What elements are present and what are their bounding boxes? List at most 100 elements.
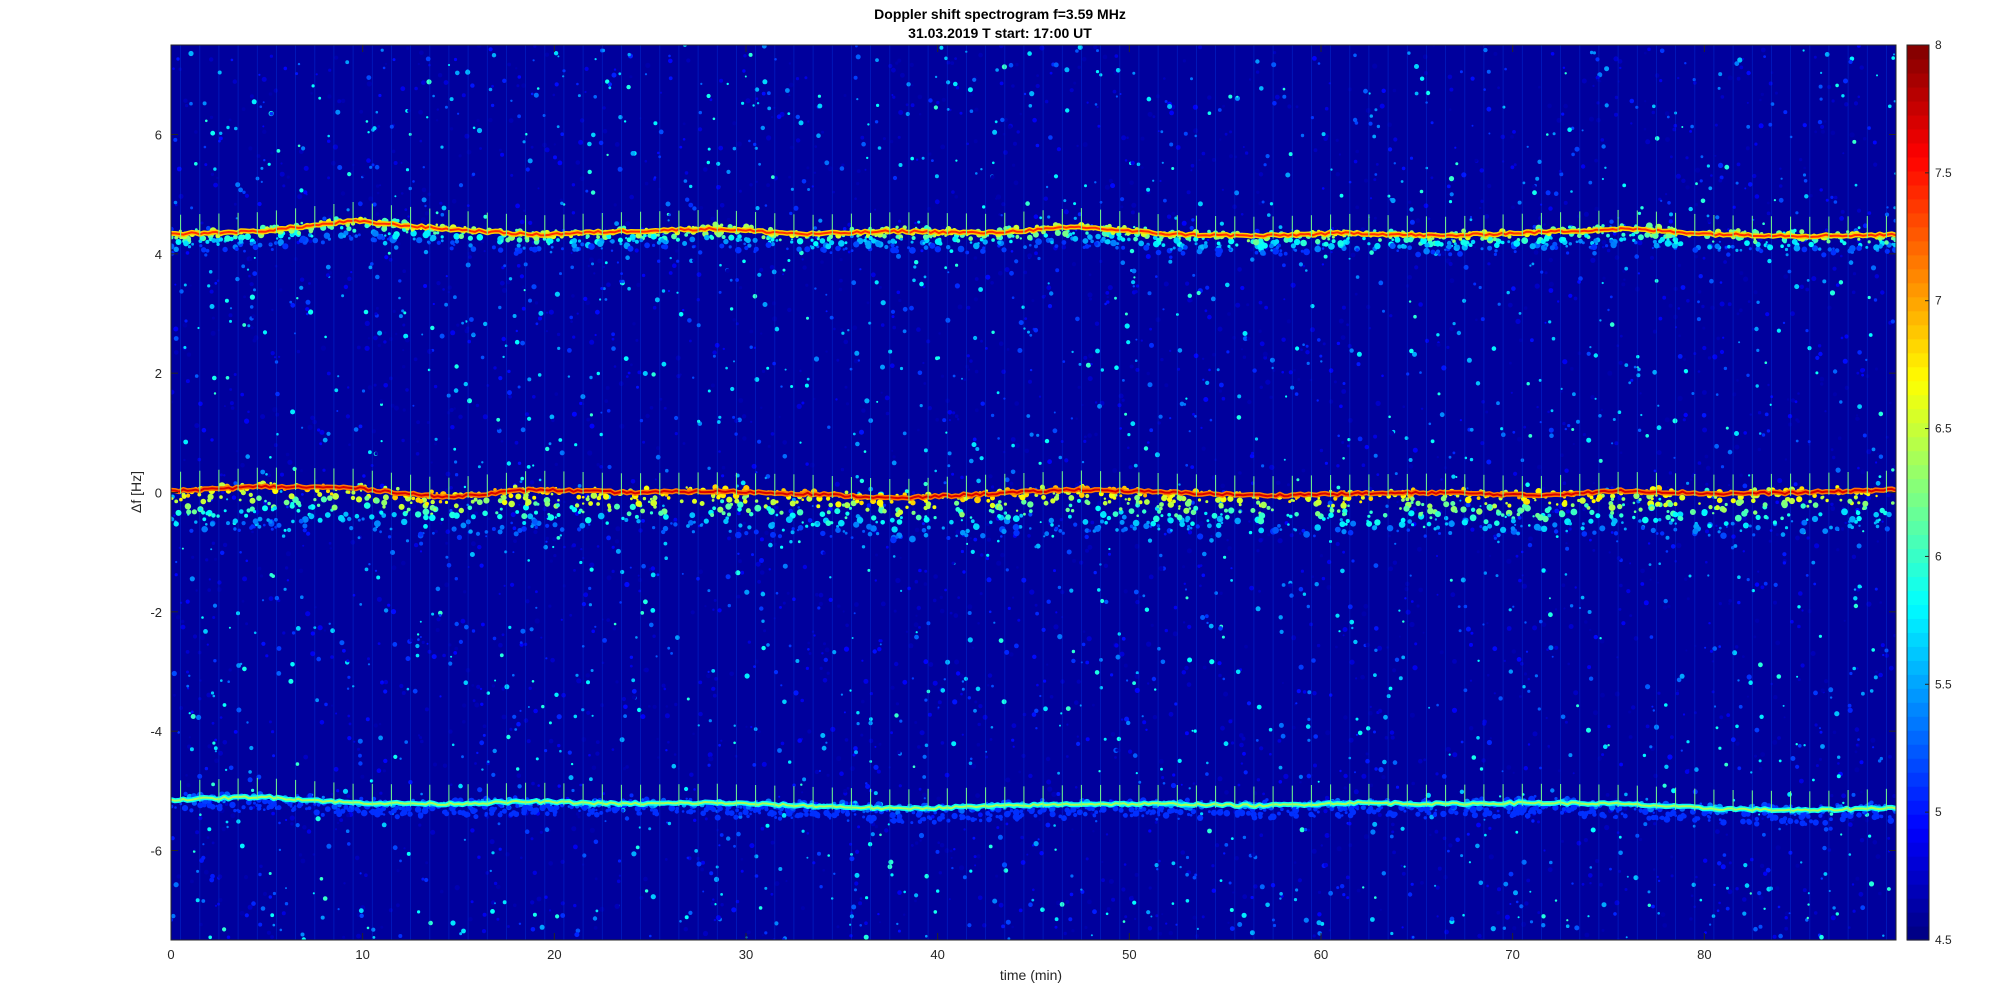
- noise-speck: [823, 642, 826, 646]
- noise-speck: [1701, 413, 1707, 418]
- noise-speck: [439, 201, 443, 205]
- noise-speck: [1416, 604, 1420, 608]
- noise-speck: [381, 822, 387, 828]
- noise-speck: [1481, 400, 1485, 404]
- noise-speck: [483, 321, 488, 327]
- noise-speck: [614, 221, 619, 227]
- noise-speck: [1065, 706, 1071, 711]
- noise-speck: [1860, 905, 1866, 911]
- noise-speck: [972, 437, 977, 442]
- noise-speck: [1657, 581, 1660, 584]
- noise-speck: [957, 304, 963, 310]
- noise-speck: [225, 376, 230, 380]
- noise-speck: [310, 92, 314, 95]
- noise-speck: [1728, 599, 1732, 603]
- noise-speck: [173, 326, 179, 332]
- noise-speck: [1323, 809, 1328, 814]
- noise-speck: [381, 680, 384, 683]
- noise-speck: [1135, 338, 1138, 341]
- noise-speck: [761, 619, 765, 623]
- noise-speck: [1281, 583, 1286, 587]
- noise-speck: [454, 885, 460, 891]
- noise-speck: [839, 258, 843, 262]
- noise-speck: [211, 541, 216, 545]
- noise-speck: [1161, 776, 1165, 780]
- noise-speck: [476, 684, 481, 689]
- noise-speck: [1856, 371, 1860, 375]
- noise-speck: [840, 328, 844, 332]
- noise-speck: [301, 493, 304, 496]
- noise-speck: [1486, 622, 1489, 625]
- noise-speck: [530, 900, 535, 905]
- noise-speck: [1822, 279, 1827, 284]
- noise-speck: [445, 529, 451, 534]
- noise-speck: [1440, 478, 1443, 481]
- noise-speck: [454, 621, 459, 627]
- noise-speck: [1348, 843, 1353, 848]
- noise-speck: [1069, 892, 1074, 897]
- noise-speck: [1173, 605, 1178, 610]
- noise-speck: [1612, 418, 1616, 421]
- noise-speck: [1131, 202, 1137, 208]
- noise-speck: [835, 398, 838, 401]
- noise-speck: [1165, 922, 1168, 925]
- noise-speck: [286, 175, 290, 179]
- noise-speck: [891, 460, 897, 466]
- noise-speck: [629, 793, 634, 798]
- noise-speck: [175, 560, 178, 564]
- noise-speck: [1541, 622, 1547, 627]
- noise-speck: [1547, 513, 1552, 518]
- noise-speck: [367, 657, 370, 661]
- noise-speck: [699, 206, 704, 210]
- noise-speck: [453, 295, 457, 300]
- noise-speck: [1637, 211, 1642, 215]
- noise-speck: [233, 481, 238, 486]
- noise-speck: [951, 561, 955, 565]
- noise-speck: [1668, 303, 1673, 308]
- noise-speck: [585, 189, 589, 193]
- noise-speck: [627, 286, 631, 291]
- noise-speck: [400, 86, 406, 92]
- noise-speck: [960, 475, 964, 480]
- noise-speck: [1799, 284, 1805, 289]
- noise-speck: [480, 355, 485, 360]
- noise-speck: [1424, 338, 1430, 343]
- noise-speck: [1818, 351, 1823, 357]
- noise-speck: [849, 923, 852, 926]
- noise-speck: [1132, 681, 1136, 685]
- noise-speck: [1643, 822, 1648, 827]
- noise-speck: [1496, 809, 1500, 813]
- noise-speck: [775, 591, 779, 595]
- noise-speck: [1548, 320, 1552, 324]
- noise-speck: [1311, 658, 1316, 663]
- noise-speck: [991, 330, 995, 334]
- noise-speck: [923, 797, 926, 800]
- noise-speck: [1313, 734, 1318, 739]
- noise-speck: [179, 706, 184, 710]
- noise-speck: [1192, 782, 1196, 785]
- noise-speck: [463, 838, 466, 841]
- noise-speck: [253, 631, 257, 635]
- noise-speck: [917, 220, 921, 224]
- noise-speck: [1388, 566, 1394, 572]
- noise-speck: [1614, 112, 1618, 117]
- noise-speck: [557, 784, 561, 788]
- noise-speck: [1356, 351, 1362, 357]
- noise-speck: [1848, 853, 1852, 856]
- noise-speck: [340, 98, 346, 104]
- noise-speck: [1145, 728, 1148, 731]
- noise-speck: [962, 570, 966, 574]
- noise-speck: [1084, 184, 1087, 188]
- noise-speck: [1077, 65, 1081, 70]
- noise-speck: [845, 402, 850, 406]
- noise-speck: [885, 545, 889, 549]
- noise-speck: [1063, 209, 1069, 215]
- noise-speck: [652, 704, 657, 709]
- noise-speck: [611, 337, 615, 341]
- noise-speck: [1725, 525, 1728, 528]
- noise-speck: [1889, 401, 1892, 405]
- noise-speck: [935, 849, 940, 854]
- noise-speck: [919, 113, 922, 116]
- noise-speck: [1647, 47, 1651, 52]
- noise-speck: [1277, 538, 1283, 544]
